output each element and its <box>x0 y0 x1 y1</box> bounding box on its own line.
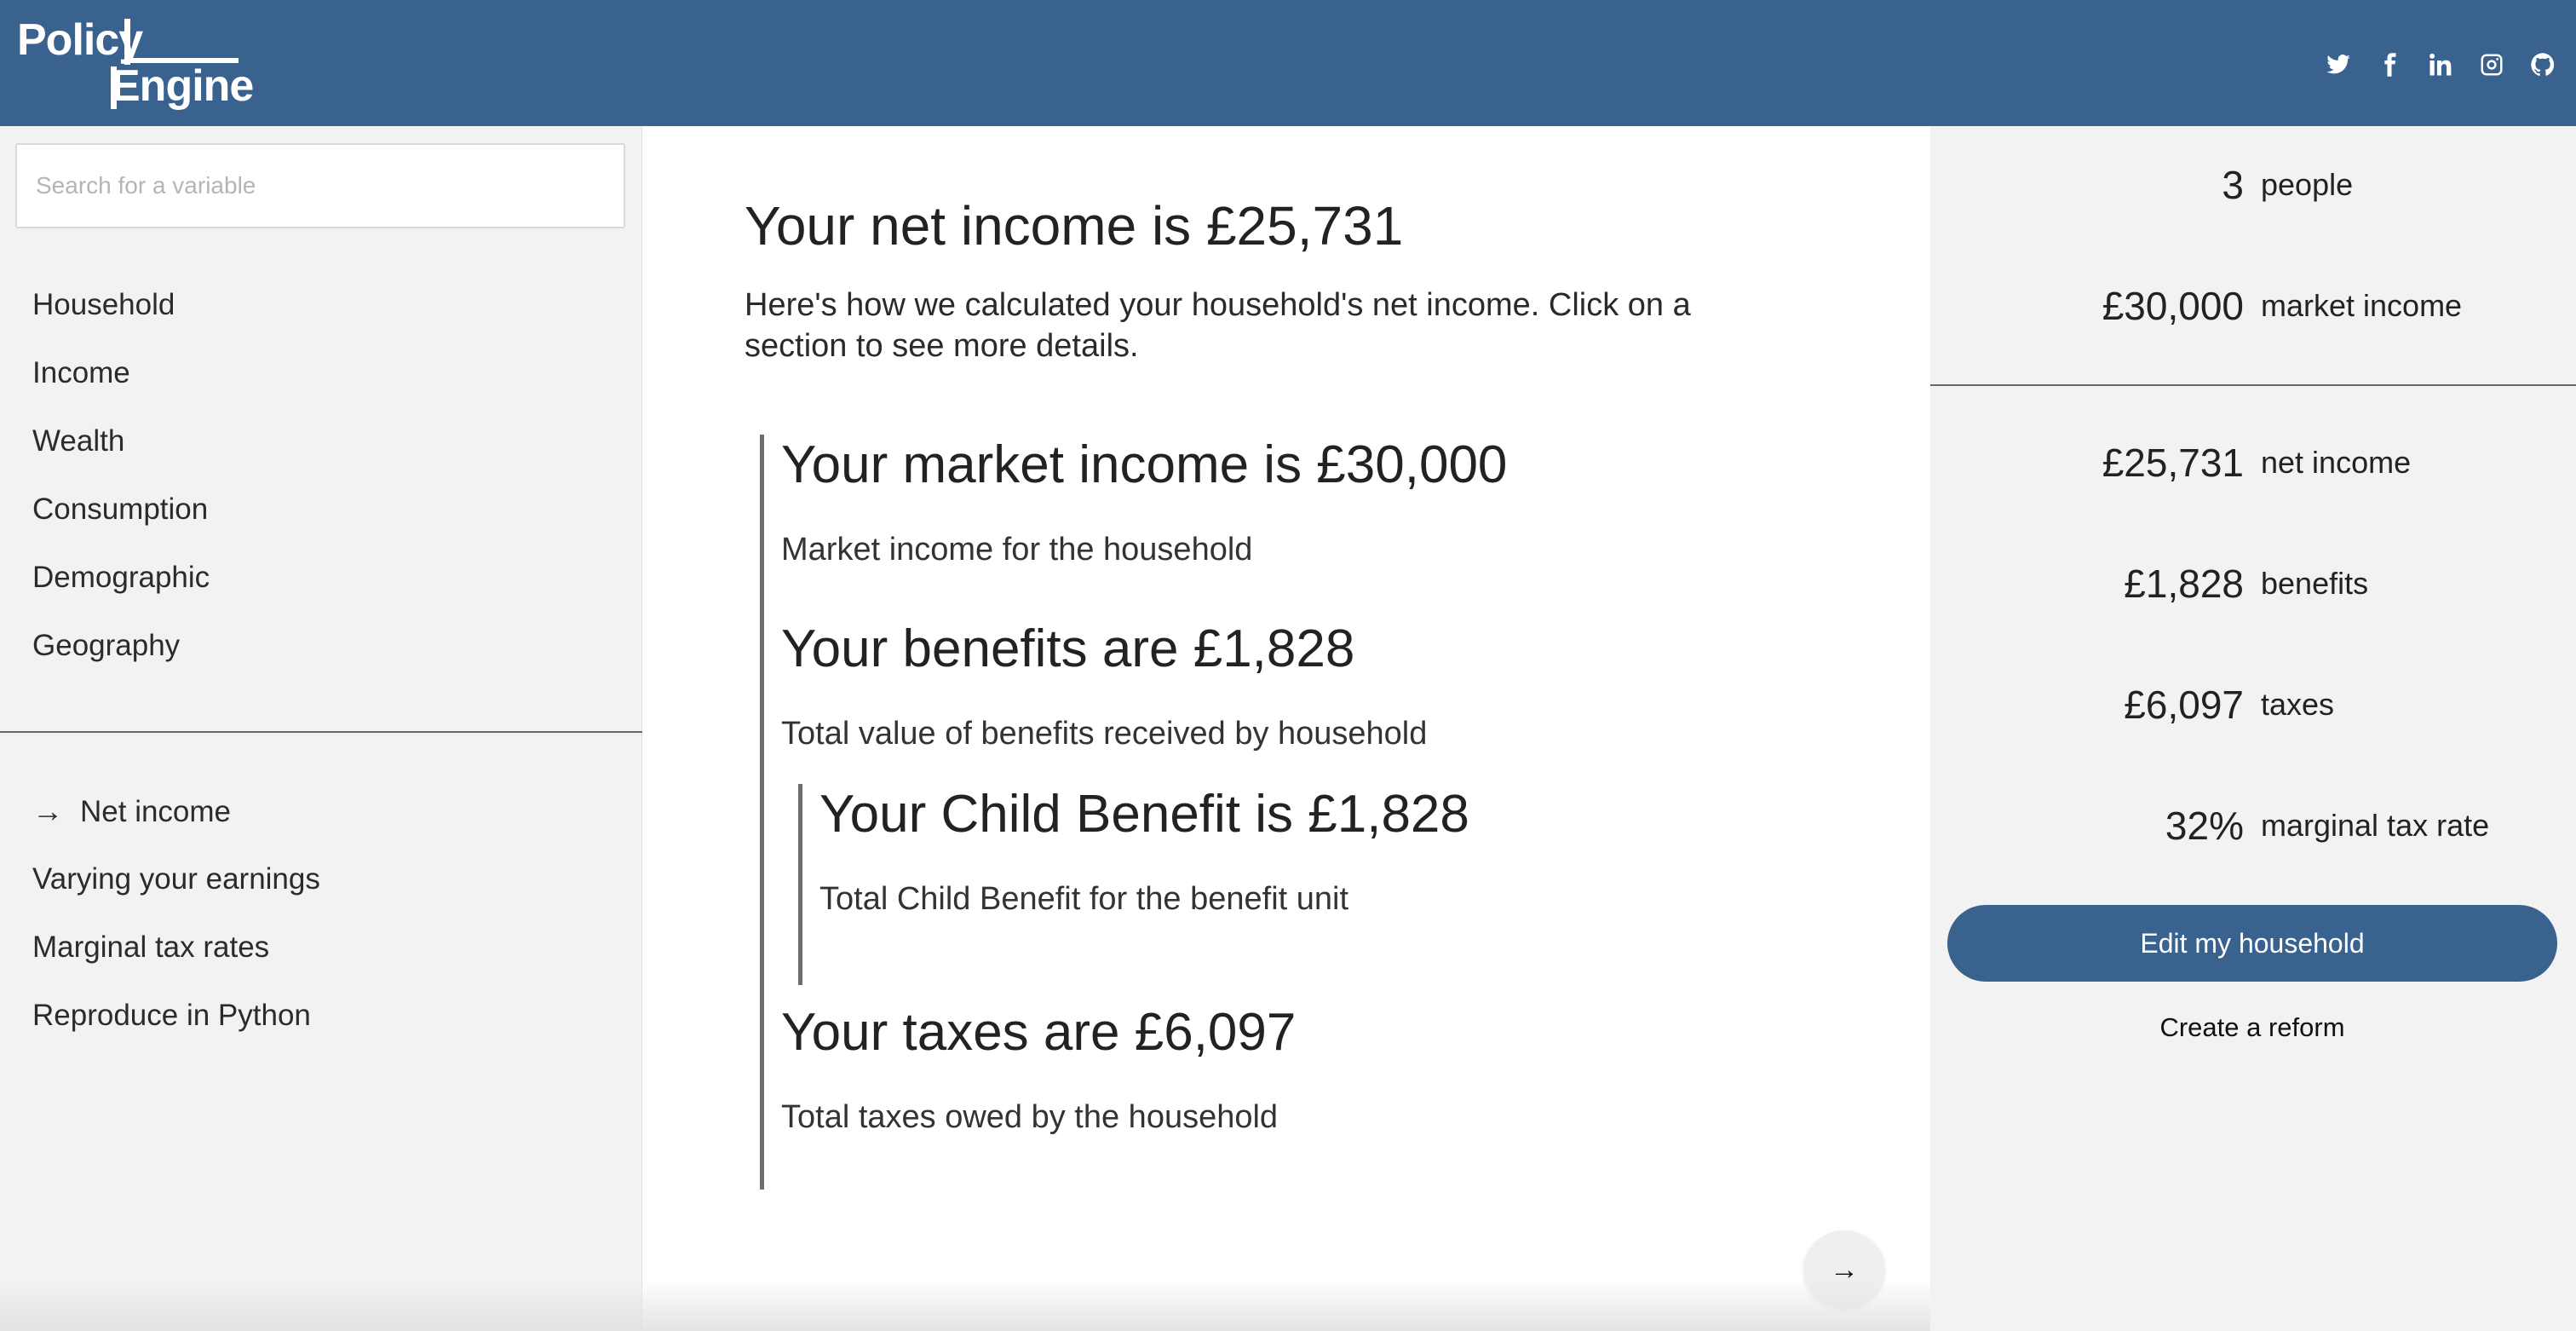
net-income-value: £25,731 <box>2102 441 2244 485</box>
sidebar-item-wealth[interactable]: Wealth <box>32 407 210 475</box>
facebook-icon[interactable] <box>2375 50 2404 79</box>
household-summary-panel: 3 people £30,000 market income £25,731 n… <box>1930 126 2576 1331</box>
people-label: people <box>2261 167 2354 202</box>
github-icon[interactable] <box>2528 50 2557 79</box>
benefits-stat: £1,828 benefits <box>1930 554 2576 614</box>
net-income-stat: £25,731 net income <box>1930 433 2576 493</box>
left-sidebar: Household Income Wealth Consumption Demo… <box>0 126 642 1331</box>
market-income-label: market income <box>2261 288 2463 323</box>
policyengine-logo[interactable]: Policy Engine <box>15 14 254 116</box>
taxes-heading[interactable]: Your taxes are £6,097 <box>781 1002 1296 1063</box>
linkedin-icon[interactable] <box>2426 50 2455 79</box>
benefits-description: Total value of benefits received by hous… <box>781 716 1428 752</box>
net-income-label: net income <box>2261 445 2412 480</box>
taxes-value: £6,097 <box>2124 683 2244 727</box>
marginal-tax-rate-label: marginal tax rate <box>2261 808 2490 843</box>
net-income-breakdown: Your market income is £30,000 Market inc… <box>760 435 1697 1190</box>
people-count: 3 people <box>1930 155 2576 215</box>
instagram-icon[interactable] <box>2477 50 2506 79</box>
benefits-value: £1,828 <box>2124 562 2244 606</box>
marginal-tax-rate-stat: 32% marginal tax rate <box>1930 796 2576 856</box>
sidebar-item-consumption[interactable]: Consumption <box>32 475 210 544</box>
benefits-breakdown: Your Child Benefit is £1,828 Total Child… <box>798 784 1565 985</box>
sidebar-item-net-income[interactable]: → Net income <box>32 777 320 845</box>
child-benefit-heading[interactable]: Your Child Benefit is £1,828 <box>819 784 1469 844</box>
create-reform-link[interactable]: Create a reform <box>1947 1012 2557 1043</box>
people-value: 3 <box>2222 163 2244 207</box>
sidebar-item-demographic[interactable]: Demographic <box>32 544 210 612</box>
variable-search-input[interactable] <box>15 143 625 228</box>
main-content: Your net income is £25,731 Here's how we… <box>642 126 1930 1331</box>
sidebar-item-geography[interactable]: Geography <box>32 612 210 680</box>
benefits-label: benefits <box>2261 566 2369 601</box>
social-links <box>2324 49 2557 80</box>
top-header: Policy Engine <box>0 0 2576 126</box>
market-income-heading[interactable]: Your market income is £30,000 <box>781 435 1507 495</box>
output-sections-nav: → Net income Varying your earnings Margin… <box>32 777 320 1050</box>
taxes-stat: £6,097 taxes <box>1930 675 2576 735</box>
page-title: Your net income is £25,731 <box>745 195 1404 256</box>
taxes-label: taxes <box>2261 687 2335 722</box>
sidebar-item-reproduce-python[interactable]: Reproduce in Python <box>32 982 320 1050</box>
market-income-description: Market income for the household <box>781 532 1253 568</box>
sidebar-divider <box>0 731 642 733</box>
sidebar-item-varying-earnings[interactable]: Varying your earnings <box>32 845 320 913</box>
taxes-description: Total taxes owed by the household <box>781 1099 1279 1135</box>
input-sections-nav: Household Income Wealth Consumption Demo… <box>32 271 210 680</box>
sidebar-item-marginal-tax-rates[interactable]: Marginal tax rates <box>32 913 320 982</box>
intro-text: Here's how we calculated your household'… <box>745 287 1691 364</box>
sidebar-item-household[interactable]: Household <box>32 271 210 339</box>
child-benefit-description: Total Child Benefit for the benefit unit <box>819 881 1349 917</box>
sidebar-item-label: Net income <box>80 795 232 828</box>
logo-word-engine: Engine <box>111 61 254 111</box>
marginal-tax-rate-value: 32% <box>2165 804 2244 848</box>
market-income-stat: £30,000 market income <box>1930 276 2576 336</box>
edit-household-button[interactable]: Edit my household <box>1947 905 2557 982</box>
summary-divider <box>1930 384 2576 386</box>
benefits-heading[interactable]: Your benefits are £1,828 <box>781 619 1354 679</box>
bottom-shadow <box>0 1278 1930 1331</box>
market-income-value: £30,000 <box>2102 284 2244 328</box>
sidebar-item-income[interactable]: Income <box>32 339 210 407</box>
twitter-icon[interactable] <box>2324 50 2353 79</box>
arrow-right-icon: → <box>32 793 63 828</box>
